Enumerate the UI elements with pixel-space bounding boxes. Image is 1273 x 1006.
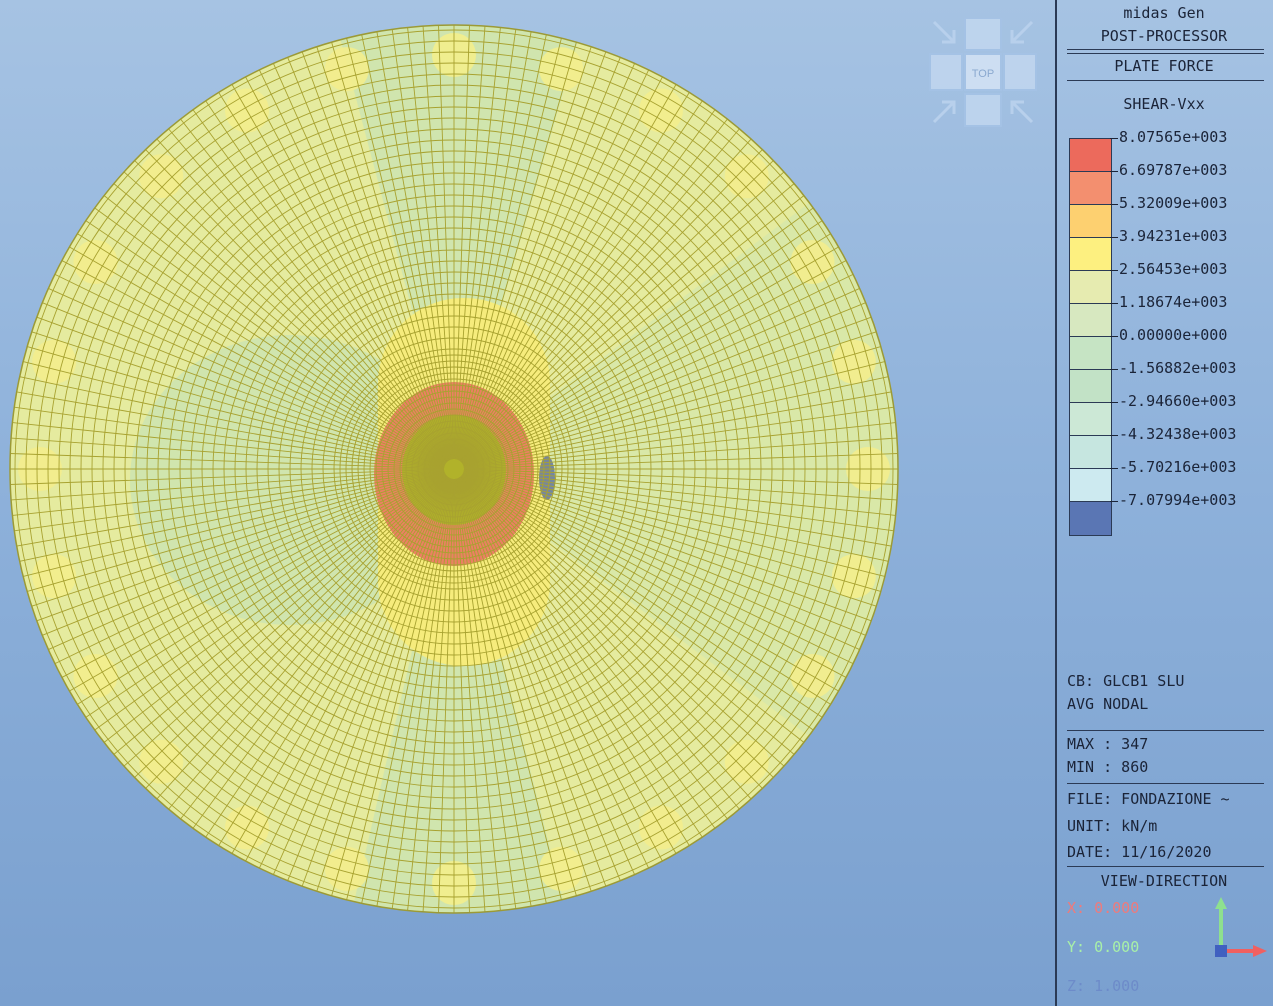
navigation-cube[interactable]: TOP [928,18,1038,128]
legend-value: 5.32009e+003 [1119,194,1228,212]
max-value: MAX : 347 [1067,735,1149,753]
legend-swatch [1069,303,1112,338]
cube-left-face [929,53,963,91]
cube-right-face [1003,53,1037,91]
legend-swatch [1069,204,1112,239]
legend-swatch [1069,468,1112,503]
arrow-sw-icon [932,100,956,124]
legend-swatch [1069,402,1112,437]
legend-swatch [1069,237,1112,272]
legend-value: -7.07994e+003 [1119,491,1237,509]
legend-swatch [1069,501,1112,536]
legend-value: 8.07565e+003 [1119,128,1228,146]
legend-swatch [1069,435,1112,470]
legend-swatch [1069,336,1112,371]
averaging-mode: AVG NODAL [1067,695,1149,713]
legend-value: 3.94231e+003 [1119,227,1228,245]
legend-swatch [1069,270,1112,305]
legend-swatch [1069,138,1112,173]
legend-value: -5.70216e+003 [1119,458,1237,476]
view-direction-title: VIEW-DIRECTION [1100,872,1228,890]
cube-top-label: TOP [972,68,994,80]
legend-value: 6.69787e+003 [1119,161,1228,179]
axis-triad-icon [1215,897,1267,957]
legend-value: -2.94660e+003 [1119,392,1237,410]
unit-info: UNIT: kN/m [1067,817,1158,835]
component-name: SHEAR-Vxx [1123,95,1205,113]
date-info: DATE: 11/16/2020 [1067,843,1212,861]
legend-value: 2.56453e+003 [1119,260,1228,278]
view-x: X: 0.000 [1067,899,1140,917]
legend-value: 0.00000e+000 [1119,326,1228,344]
view-y: Y: 0.000 [1067,938,1140,956]
arrow-nw-icon [932,20,956,44]
legend-value: -1.56882e+003 [1119,359,1237,377]
arrow-ne-icon [1010,20,1034,44]
view-z: Z: 1.000 [1067,977,1140,995]
plate-contour-model[interactable] [0,0,1056,1006]
cube-bottom-face [964,93,1002,127]
model-viewport[interactable]: TOP [0,0,1056,1006]
app-title: midas Gen [1123,4,1205,22]
legend-value: 1.18674e+003 [1119,293,1228,311]
legend-swatch [1069,369,1112,404]
load-combination: CB: GLCB1 SLU [1067,672,1185,690]
result-info-panel: midas Gen POST-PROCESSOR PLATE FORCE SHE… [1055,0,1273,1006]
mode-title: POST-PROCESSOR [1100,27,1228,45]
legend-value: -4.32438e+003 [1119,425,1237,443]
cube-top-face [964,18,1002,51]
result-type: PLATE FORCE [1114,57,1214,75]
arrow-se-icon [1010,100,1034,124]
min-value: MIN : 860 [1067,758,1149,776]
legend-swatch [1069,171,1112,206]
file-name: FILE: FONDAZIONE ~ [1067,790,1230,808]
